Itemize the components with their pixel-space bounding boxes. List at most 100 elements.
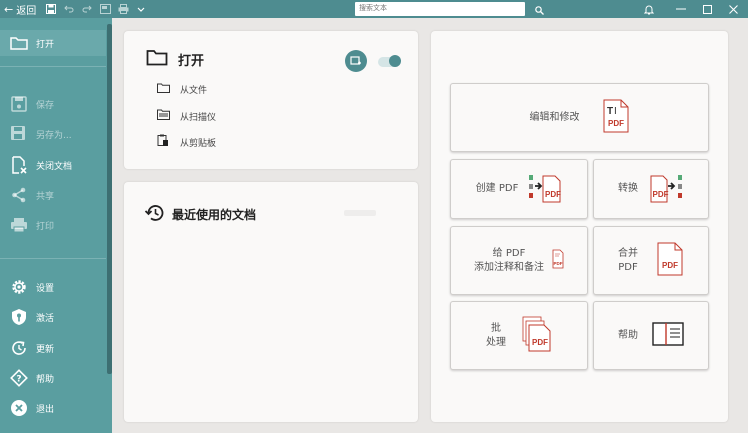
redo-icon[interactable] bbox=[78, 0, 96, 18]
sidebar-item-share[interactable]: 共享 bbox=[0, 182, 106, 208]
share-icon bbox=[8, 184, 30, 206]
svg-text:T: T bbox=[607, 106, 613, 117]
open-from-scanner[interactable]: 从扫描仪 bbox=[157, 109, 216, 123]
undo-icon[interactable] bbox=[60, 0, 78, 18]
sidebar-item-label: 激活 bbox=[36, 313, 55, 324]
folder-icon bbox=[146, 49, 168, 70]
open-panel: 打开 从文件 从扫描仪 从剪贴板 bbox=[124, 31, 418, 169]
batch-process-tile[interactable]: 批 处理 PDF bbox=[450, 301, 588, 370]
svg-text:I: I bbox=[614, 106, 617, 117]
pdf-edit-icon: T I PDF bbox=[602, 99, 630, 136]
exit-icon bbox=[8, 397, 30, 419]
sidebar-item-label: 更新 bbox=[36, 344, 55, 355]
sidebar-item-label: 帮助 bbox=[36, 374, 55, 385]
sidebar-item-exit[interactable]: 退出 bbox=[0, 395, 106, 421]
recent-documents-title: 最近使用的文档 bbox=[144, 204, 256, 225]
save-as-icon bbox=[8, 123, 30, 145]
recent-filter-field[interactable] bbox=[344, 210, 376, 216]
actions-panel: 编辑和修改 T I PDF 创建 PDF PDF 转换 PDF 给 PDF 添加注释… bbox=[431, 31, 728, 422]
clipboard-icon bbox=[157, 134, 170, 150]
help-tile[interactable]: 帮助 bbox=[593, 301, 709, 370]
switch-knob bbox=[389, 55, 401, 67]
pdf-badge: PDF bbox=[532, 338, 548, 347]
search-input[interactable] bbox=[355, 2, 525, 16]
create-pdf-icon: PDF bbox=[528, 173, 562, 206]
folder-icon bbox=[8, 32, 30, 54]
minimize-icon[interactable] bbox=[672, 0, 690, 18]
title-bar: ← 返回 bbox=[0, 0, 748, 18]
gear-icon bbox=[8, 276, 30, 298]
sidebar-divider bbox=[0, 66, 106, 67]
create-pdf-tile[interactable]: 创建 PDF PDF bbox=[450, 159, 588, 219]
print-icon bbox=[8, 214, 30, 236]
tile-label: 给 PDF 添加注释和备注 bbox=[474, 248, 544, 273]
sidebar-divider bbox=[0, 258, 106, 259]
help-icon: ? bbox=[8, 367, 30, 389]
maximize-icon[interactable] bbox=[698, 0, 716, 18]
edit-modify-tile[interactable]: 编辑和修改 T I PDF bbox=[450, 83, 709, 152]
tile-label: 创建 PDF bbox=[475, 183, 519, 195]
pdf-badge: PDF bbox=[545, 190, 561, 199]
recent-documents-panel: 最近使用的文档 bbox=[124, 182, 418, 422]
pdf-badge: PDF bbox=[653, 190, 669, 199]
sidebar-item-activate[interactable]: 激活 bbox=[0, 304, 106, 330]
sidebar: 打开 保存 另存为... 关闭文档 共享 打印 设置 激活 更新 ? 帮助 退出 bbox=[0, 18, 112, 433]
open-panel-title: 打开 bbox=[146, 49, 204, 70]
save-icon[interactable] bbox=[42, 0, 60, 18]
sidebar-item-save[interactable]: 保存 bbox=[0, 91, 106, 117]
sidebar-item-update[interactable]: 更新 bbox=[0, 335, 106, 361]
scan-icon[interactable] bbox=[96, 0, 114, 18]
sidebar-item-open[interactable]: 打开 bbox=[0, 30, 106, 56]
sidebar-item-label: 另存为... bbox=[36, 130, 72, 141]
bell-icon[interactable] bbox=[640, 0, 658, 18]
annotate-pdf-icon: PDF bbox=[552, 249, 564, 272]
convert-icon: PDF bbox=[650, 173, 684, 206]
save-icon bbox=[8, 93, 30, 115]
tile-label: 批 处理 bbox=[486, 323, 506, 348]
tile-label: 编辑和修改 bbox=[529, 111, 580, 123]
tile-label: 帮助 bbox=[618, 329, 638, 341]
search-icon[interactable] bbox=[530, 1, 548, 19]
pdf-badge: PDF bbox=[554, 261, 563, 266]
open-from-clipboard[interactable]: 从剪贴板 bbox=[157, 134, 216, 150]
batch-pdf-icon: PDF bbox=[522, 316, 552, 355]
sidebar-item-print[interactable]: 打印 bbox=[0, 212, 106, 238]
sidebar-item-settings[interactable]: 设置 bbox=[0, 274, 106, 300]
history-icon bbox=[144, 204, 164, 225]
sidebar-item-label: 打印 bbox=[36, 221, 55, 232]
arrow-left-icon: ← bbox=[4, 2, 14, 16]
scanner-icon bbox=[157, 109, 170, 123]
print-icon[interactable] bbox=[114, 0, 132, 18]
sidebar-item-label: 关闭文档 bbox=[36, 161, 73, 172]
sidebar-item-label: 保存 bbox=[36, 100, 55, 111]
sidebar-item-label: 设置 bbox=[36, 283, 55, 294]
sidebar-scrollbar[interactable] bbox=[107, 24, 112, 374]
merge-pdf-tile[interactable]: 合并 PDF PDF bbox=[593, 226, 709, 295]
pdf-badge: PDF bbox=[608, 119, 624, 128]
close-document-icon bbox=[8, 154, 30, 176]
merge-pdf-icon: PDF bbox=[656, 242, 684, 279]
svg-text:?: ? bbox=[16, 374, 21, 384]
open-from-file[interactable]: 从文件 bbox=[157, 83, 207, 96]
back-button[interactable]: ← 返回 bbox=[0, 0, 42, 18]
sidebar-item-label: 共享 bbox=[36, 191, 55, 202]
open-toggle-switch[interactable] bbox=[378, 55, 401, 67]
annotate-pdf-tile[interactable]: 给 PDF 添加注释和备注 PDF bbox=[450, 226, 588, 295]
open-mode-button[interactable] bbox=[345, 50, 367, 72]
tile-label: 转换 bbox=[618, 183, 638, 195]
chevron-down-icon[interactable] bbox=[132, 0, 150, 18]
close-icon[interactable] bbox=[724, 0, 742, 18]
refresh-icon bbox=[8, 337, 30, 359]
tile-label: 合并 PDF bbox=[618, 248, 638, 273]
sidebar-item-save-as[interactable]: 另存为... bbox=[0, 121, 106, 147]
sidebar-item-label: 打开 bbox=[36, 39, 55, 50]
pdf-badge: PDF bbox=[662, 261, 678, 270]
convert-tile[interactable]: 转换 PDF bbox=[593, 159, 709, 219]
sidebar-item-label: 退出 bbox=[36, 404, 55, 415]
sidebar-item-close-document[interactable]: 关闭文档 bbox=[0, 152, 106, 178]
book-icon bbox=[652, 322, 684, 349]
folder-small-icon bbox=[157, 83, 170, 96]
shield-key-icon bbox=[8, 306, 30, 328]
back-label: 返回 bbox=[16, 5, 37, 17]
sidebar-item-help[interactable]: ? 帮助 bbox=[0, 365, 106, 391]
